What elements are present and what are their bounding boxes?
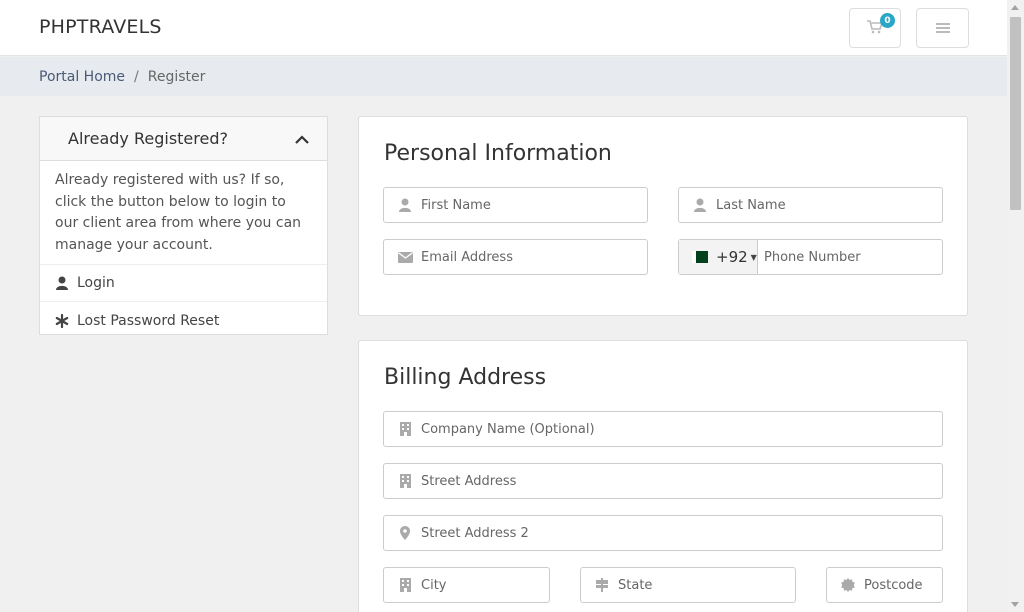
company-name-placeholder: Company Name (Optional) — [421, 421, 595, 437]
personal-information-title: Personal Information — [384, 141, 612, 166]
building-icon — [397, 474, 413, 488]
postcode-placeholder: Postcode — [864, 577, 923, 593]
menu-toggle-button[interactable] — [916, 8, 969, 48]
phone-field[interactable]: +92 ▼ Phone Number — [678, 239, 943, 275]
breadcrumb-separator: / — [134, 68, 139, 85]
state-placeholder: State — [618, 577, 653, 593]
hamburger-icon — [935, 19, 950, 38]
cart-button[interactable]: 0 — [849, 8, 901, 48]
login-label: Login — [77, 275, 115, 292]
envelope-icon — [397, 251, 413, 263]
street-address-placeholder: Street Address — [421, 473, 517, 489]
city-field[interactable]: City — [383, 567, 550, 603]
country-code-value: +92 — [716, 248, 748, 266]
already-registered-header[interactable]: Already Registered? — [40, 117, 327, 161]
state-field[interactable]: State — [580, 567, 796, 603]
login-link[interactable]: Login — [40, 265, 327, 303]
email-placeholder: Email Address — [421, 249, 513, 265]
country-code-select[interactable]: +92 ▼ — [679, 240, 758, 274]
street-address-field[interactable]: Street Address — [383, 463, 943, 499]
certificate-icon — [840, 578, 856, 592]
street-address-2-placeholder: Street Address 2 — [421, 525, 529, 541]
city-placeholder: City — [421, 577, 447, 593]
site-logo[interactable]: PHPTRAVELS — [39, 16, 162, 38]
billing-address-panel: Billing Address Company Name (Optional) … — [358, 340, 968, 612]
street-address-2-field[interactable]: Street Address 2 — [383, 515, 943, 551]
last-name-placeholder: Last Name — [716, 197, 786, 213]
already-registered-description: Already registered with us? If so, click… — [40, 161, 327, 266]
asterisk-icon — [55, 313, 69, 328]
signpost-icon — [594, 578, 610, 592]
user-icon — [692, 198, 708, 212]
building-icon — [397, 578, 413, 592]
already-registered-title: Already Registered? — [68, 129, 228, 148]
last-name-field[interactable]: Last Name — [678, 187, 943, 223]
email-field[interactable]: Email Address — [383, 239, 648, 275]
chevron-up-icon[interactable] — [295, 129, 309, 148]
building-icon — [397, 422, 413, 436]
postcode-field[interactable]: Postcode — [826, 567, 943, 603]
phone-placeholder: Phone Number — [764, 249, 861, 265]
top-navbar: PHPTRAVELS 0 — [0, 0, 1007, 56]
scroll-down-icon[interactable] — [1011, 602, 1019, 607]
lost-password-link[interactable]: Lost Password Reset — [40, 302, 327, 339]
user-icon — [397, 198, 413, 212]
personal-information-panel: Personal Information First Name Last Nam… — [358, 116, 968, 316]
first-name-placeholder: First Name — [421, 197, 491, 213]
map-marker-icon — [397, 526, 413, 540]
scroll-up-icon[interactable] — [1011, 5, 1019, 10]
breadcrumb-home-link[interactable]: Portal Home — [39, 69, 125, 85]
company-name-field[interactable]: Company Name (Optional) — [383, 411, 943, 447]
breadcrumb: Portal Home / Register — [0, 57, 1007, 96]
billing-address-title: Billing Address — [384, 365, 547, 390]
breadcrumb-current: Register — [147, 68, 206, 85]
pakistan-flag-icon — [692, 251, 708, 263]
lost-password-label: Lost Password Reset — [77, 312, 220, 329]
caret-down-icon: ▼ — [750, 252, 757, 262]
user-icon — [55, 276, 69, 291]
already-registered-panel: Already Registered? Already registered w… — [39, 116, 328, 335]
cart-count-badge: 0 — [880, 13, 895, 28]
page-scrollbar[interactable] — [1007, 0, 1024, 612]
scrollbar-thumb[interactable] — [1010, 17, 1021, 210]
first-name-field[interactable]: First Name — [383, 187, 648, 223]
